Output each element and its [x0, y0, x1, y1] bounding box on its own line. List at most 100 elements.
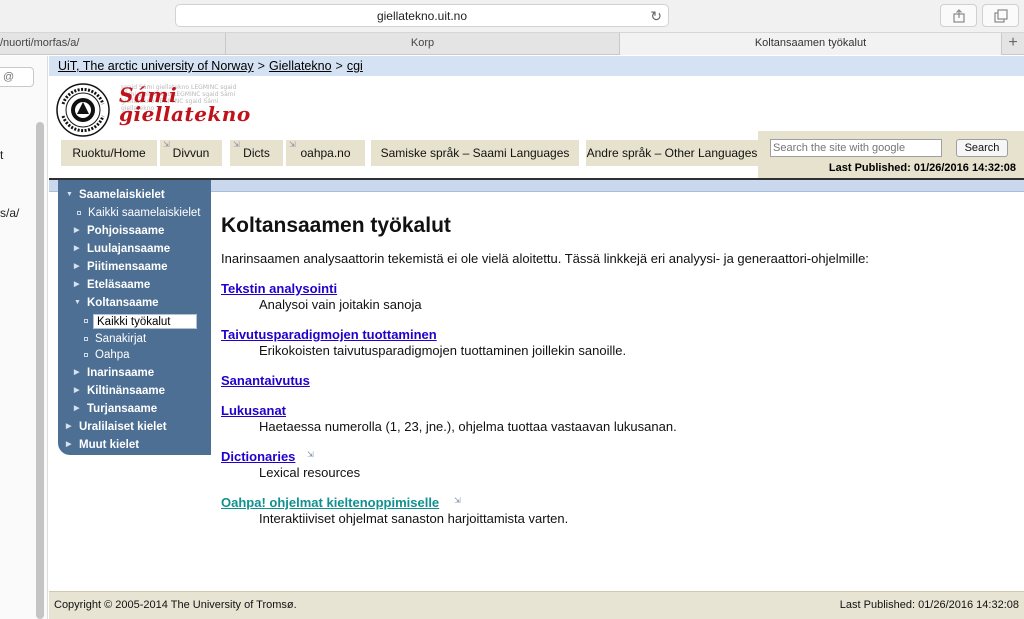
side-search-input[interactable]: @ — [0, 67, 34, 87]
bullet-icon — [84, 319, 88, 323]
triangle-right-icon: ▶ — [74, 263, 80, 270]
nav-tab-label: Dicts — [243, 146, 270, 160]
last-published: Last Published: 01/26/2016 14:32:08 — [828, 162, 1016, 174]
link-sanantaivutus[interactable]: Sanantaivutus — [221, 373, 310, 388]
triangle-right-icon: ▶ — [74, 245, 80, 252]
nav-tab-other-languages[interactable]: Andre språk – Other Languages — [586, 140, 758, 166]
menu-item-label: Piitimensaame — [87, 261, 168, 273]
breadcrumb-separator: > — [335, 59, 343, 73]
external-link-icon: ⇲ — [454, 496, 461, 505]
tab-bar: /nuorti/morfas/a/ Korp Koltansaamen työk… — [0, 33, 1024, 55]
external-link-icon: ⇲ — [163, 140, 170, 149]
menu-item-turjansaame[interactable]: ▶ Turjansaame — [58, 400, 211, 418]
search-form: Search Last Published: 01/26/2016 14:32:… — [758, 131, 1024, 178]
side-line: t — [0, 148, 4, 162]
external-link-icon: ⇲ — [233, 140, 240, 149]
tab-korp[interactable]: Korp — [226, 33, 620, 55]
breadcrumb-uit[interactable]: UiT, The arctic university of Norway — [58, 59, 254, 73]
menu-item-luulajansaame[interactable]: ▶ Luulajansaame — [58, 240, 211, 258]
reload-icon[interactable]: ↻ — [650, 7, 662, 25]
web-page: UiT, The arctic university of Norway > Gie… — [49, 56, 1024, 619]
breadcrumb-separator: > — [257, 59, 265, 73]
breadcrumb-cgi[interactable]: cgi — [347, 59, 363, 73]
university-seal-icon — [56, 83, 110, 137]
menu-item-label: Kiltinänsaame — [87, 385, 165, 397]
triangle-down-icon: ▼ — [74, 299, 81, 306]
nav-tab-saami-languages[interactable]: Samiske språk – Saami Languages — [371, 140, 579, 166]
tab-nuorti[interactable]: /nuorti/morfas/a/ — [0, 33, 226, 55]
menu-item-oahpa[interactable]: Oahpa — [58, 346, 211, 364]
menu-item-label: Luulajansaame — [87, 243, 171, 255]
menu-item-muut-kielet[interactable]: ▶ Muut kielet — [58, 436, 211, 454]
page-title: Koltansaamen työkalut — [221, 214, 451, 237]
entry-description: Haetaessa numerolla (1, 23, jne.), ohjel… — [259, 419, 677, 434]
nav-tab-label: Samiske språk – Saami Languages — [380, 146, 570, 160]
nav-tab-label: Ruoktu/Home — [72, 146, 146, 160]
entry-description: Lexical resources — [259, 465, 361, 480]
tabs-overview-button[interactable] — [982, 4, 1019, 27]
nav-tab-home[interactable]: Ruoktu/Home — [61, 140, 157, 166]
menu-item-saamelaiskielet[interactable]: ▼ Saamelaiskielet — [58, 186, 211, 204]
menu-item-uralilaiset-kielet[interactable]: ▶ Uralilaiset kielet — [58, 418, 211, 436]
bullet-icon — [77, 211, 81, 215]
link-lukusanat[interactable]: Lukusanat — [221, 403, 286, 418]
entry-description: Erikokoisten taivutusparadigmojen tuotta… — [259, 343, 627, 358]
nav-tab-oahpa[interactable]: ⇲ oahpa.no — [286, 140, 365, 166]
bullet-icon — [84, 337, 88, 341]
link-taivutusparadigmojen[interactable]: Taivutusparadigmojen tuottaminen — [221, 327, 437, 342]
breadcrumb: UiT, The arctic university of Norway > Gie… — [49, 56, 1024, 76]
triangle-right-icon: ▶ — [66, 441, 72, 448]
new-tab-button[interactable]: + — [1002, 33, 1024, 55]
side-menu: ▼ Saamelaiskielet Kaikki saamelaiskielet… — [58, 180, 211, 455]
breadcrumb-giellatekno[interactable]: Giellatekno — [269, 59, 332, 73]
share-icon — [953, 9, 965, 23]
menu-item-pohjoissaame[interactable]: ▶ Pohjoissaame — [58, 222, 211, 240]
intro-text: Inarinsaamen analysaattorin tekemistä ei… — [221, 251, 869, 266]
menu-item-label: Oahpa — [95, 349, 130, 361]
scrollbar[interactable] — [36, 122, 44, 619]
triangle-right-icon: ▶ — [74, 405, 80, 412]
menu-item-inarinsaame[interactable]: ▶ Inarinsaame — [58, 364, 211, 382]
link-tekstin-analysointi[interactable]: Tekstin analysointi — [221, 281, 337, 296]
external-link-icon: ⇲ — [307, 450, 314, 459]
search-button[interactable]: Search — [956, 139, 1008, 157]
side-panel: @ t s/a/ — [0, 56, 48, 619]
share-button[interactable] — [940, 4, 977, 27]
search-input[interactable] — [770, 139, 942, 157]
menu-item-kaikki-saamelaiskielet[interactable]: Kaikki saamelaiskielet — [58, 204, 211, 222]
triangle-right-icon: ▶ — [74, 281, 80, 288]
site-logo[interactable]: sgaid Sámi giellatekno LEGMINC sgaid Sám… — [55, 80, 255, 137]
menu-item-label: Turjansaame — [87, 403, 158, 415]
menu-item-kaikki-tyokalut[interactable]: Kaikki työkalut — [93, 314, 197, 329]
triangle-right-icon: ▶ — [66, 423, 72, 430]
menu-item-etelasaame[interactable]: ▶ Eteläsaame — [58, 276, 211, 294]
menu-item-kiltinansaame[interactable]: ▶ Kiltinänsaame — [58, 382, 211, 400]
browser-toolbar: giellatekno.uit.no ↻ — [0, 0, 1024, 33]
menu-item-piitimensaame[interactable]: ▶ Piitimensaame — [58, 258, 211, 276]
triangle-down-icon: ▼ — [66, 191, 73, 198]
nav-tab-dicts[interactable]: ⇲ Dicts — [230, 140, 283, 166]
tabs-icon — [994, 9, 1008, 23]
address-text: giellatekno.uit.no — [376, 9, 468, 23]
triangle-right-icon: ▶ — [74, 227, 80, 234]
nav-tab-label: Divvun — [172, 146, 210, 160]
footer-copyright: Copyright © 2005-2014 The University of … — [54, 599, 297, 611]
logo-line-2: giellatekno — [119, 102, 251, 126]
link-dictionaries[interactable]: Dictionaries — [221, 449, 295, 464]
link-oahpa-ohjelmat[interactable]: Oahpa! ohjelmat kieltenoppimiselle — [221, 495, 439, 510]
address-bar[interactable]: giellatekno.uit.no ↻ — [175, 4, 669, 27]
triangle-right-icon: ▶ — [74, 369, 80, 376]
menu-item-label: Koltansaame — [87, 297, 159, 309]
entry-description: Interaktiiviset ohjelmat sanaston harjoi… — [259, 511, 569, 526]
menu-item-koltansaame[interactable]: ▼ Koltansaame — [58, 294, 211, 312]
entry-description: Analysoi vain joitakin sanoja — [259, 297, 422, 312]
tab-koltansaamen[interactable]: Koltansaamen työkalut — [620, 33, 1002, 55]
menu-item-label: Uralilaiset kielet — [79, 421, 167, 433]
footer: Copyright © 2005-2014 The University of … — [49, 591, 1024, 619]
nav-tab-label: oahpa.no — [300, 146, 351, 160]
footer-published: Last Published: 01/26/2016 14:32:08 — [839, 599, 1019, 611]
nav-tab-divvun[interactable]: ⇲ Divvun — [160, 140, 222, 166]
side-line: s/a/ — [0, 206, 20, 220]
tab-label: Korp — [410, 37, 435, 49]
menu-item-label: Saamelaiskielet — [79, 189, 165, 201]
